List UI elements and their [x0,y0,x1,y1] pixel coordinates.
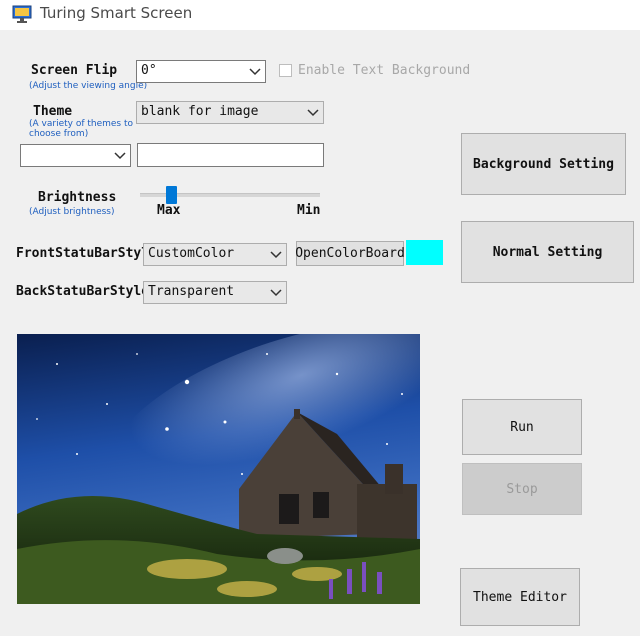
theme-value: blank for image [141,104,259,119]
theme-hint-line2: choose from) [29,129,89,139]
chevron-down-icon [270,288,282,296]
theme-editor-button[interactable]: Theme Editor [460,568,580,626]
screen-flip-hint: (Adjust the viewing angle) [29,81,148,91]
brightness-max-label: Max [157,203,181,218]
chevron-down-icon [307,108,319,116]
open-color-board-button[interactable]: OpenColorBoard [295,241,405,266]
front-status-bar-value: CustomColor [148,246,235,261]
window-title: Turing Smart Screen [40,4,193,22]
text-background-checkbox[interactable] [279,64,292,77]
brightness-hint: (Adjust brightness) [29,207,115,217]
theme-label: Theme [33,104,73,119]
theme-preview-image [17,334,420,604]
title-bar: Turing Smart Screen [0,0,640,30]
brightness-label: Brightness [38,190,117,205]
color-swatch [406,240,443,265]
front-status-bar-select[interactable]: CustomColor [143,243,287,266]
chevron-down-icon [270,250,282,258]
night-church-picture [17,334,420,604]
brightness-slider-thumb[interactable] [166,186,178,204]
screen-flip-label: Screen Flip [31,63,118,78]
stop-button[interactable]: Stop [462,463,582,515]
chevron-down-icon [114,151,126,159]
theme-text-input[interactable] [137,143,324,167]
monitor-icon [12,5,32,23]
theme-select[interactable]: blank for image [136,101,324,124]
back-status-bar-label: BackStatuBarStyle [16,284,150,299]
screen-flip-select[interactable]: 0° [136,60,266,83]
background-setting-button[interactable]: Background Setting [461,133,626,195]
brightness-min-label: Min [297,203,321,218]
back-status-bar-select[interactable]: Transparent [143,281,287,304]
text-background-label: Enable Text Background [298,63,471,78]
front-status-bar-label: FrontStatuBarStyle [16,246,157,261]
back-status-bar-value: Transparent [148,284,235,299]
normal-setting-button[interactable]: Normal Setting [461,221,634,283]
screen-flip-value: 0° [141,63,157,78]
theme-sub-select[interactable] [20,144,131,167]
chevron-down-icon [249,67,261,75]
run-button[interactable]: Run [462,399,582,455]
